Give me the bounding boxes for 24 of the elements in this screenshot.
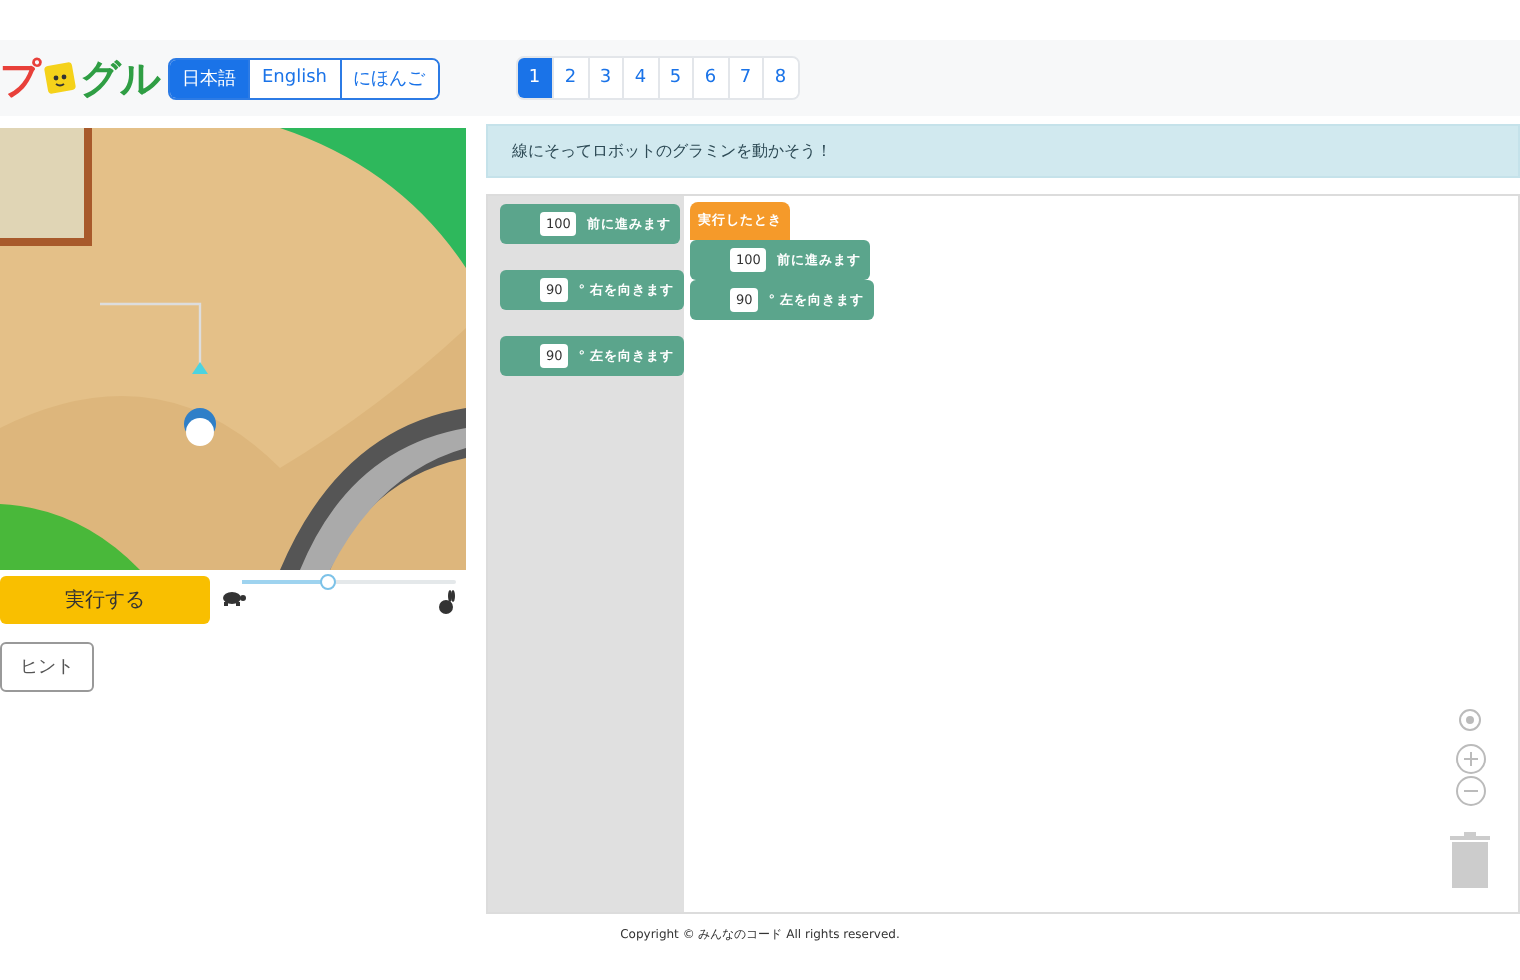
level-button[interactable]: 2 — [552, 58, 587, 98]
rabbit-icon — [438, 590, 456, 614]
zoom-in-icon[interactable] — [1455, 744, 1485, 774]
level-button[interactable]: 7 — [727, 58, 762, 98]
hint-button[interactable]: ヒント — [0, 642, 94, 692]
run-button[interactable]: 実行する — [0, 576, 210, 624]
instruction-banner: 線にそってロボットのグラミンを動かそう！ — [486, 124, 1520, 178]
level-button[interactable]: 5 — [657, 58, 692, 98]
language-button[interactable]: English — [248, 59, 339, 97]
logo-text: グル — [80, 51, 160, 105]
robot-face-icon — [44, 62, 76, 94]
language-button[interactable]: にほんご — [339, 59, 437, 97]
logo-text: プ — [0, 51, 40, 105]
turtle-icon — [222, 590, 246, 606]
level-button[interactable]: 3 — [587, 58, 622, 98]
level-button[interactable]: 6 — [692, 58, 727, 98]
trash-icon[interactable] — [1450, 832, 1490, 888]
level-button[interactable]: 1 — [517, 58, 552, 98]
recenter-icon[interactable] — [1456, 706, 1484, 734]
level-button[interactable]: 8 — [762, 58, 797, 98]
level-button[interactable]: 4 — [622, 58, 657, 98]
slider-thumb[interactable] — [319, 574, 336, 590]
language-button[interactable]: 日本語 — [170, 59, 248, 97]
zoom-out-icon[interactable] — [1455, 776, 1485, 806]
